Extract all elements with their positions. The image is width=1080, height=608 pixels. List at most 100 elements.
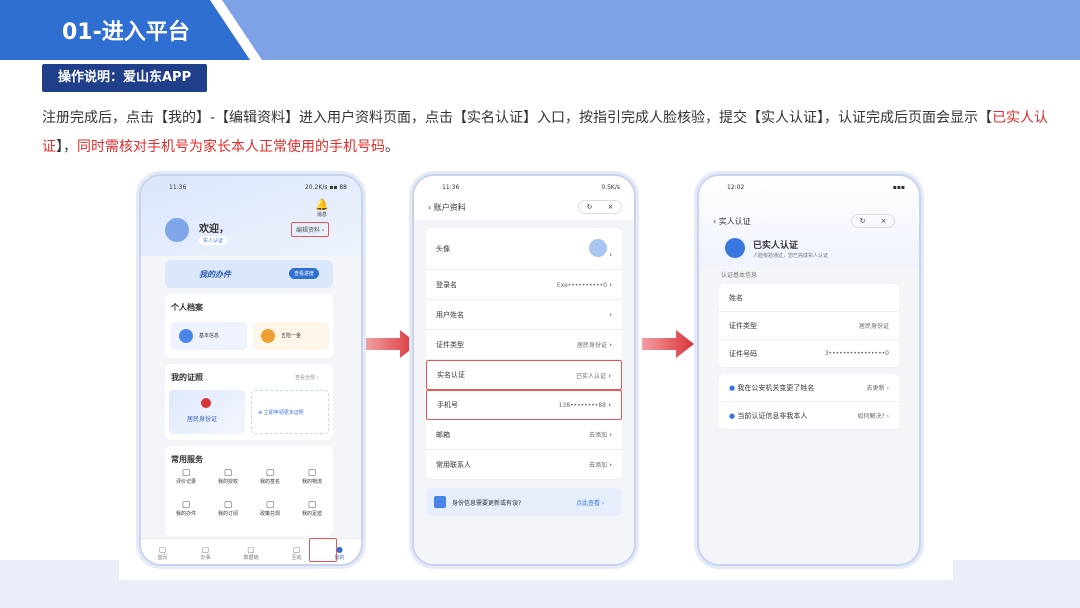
apply-more-tile[interactable]: ⊕ 立即申领更多证照 xyxy=(251,390,329,434)
service-item[interactable]: ▢ 我的授权 xyxy=(207,468,249,485)
phone-verification: 12:02 ▪▪▪ ‹ 实人认证 ↻ × 已实人认证 人脸核验通过，您已完成实人认… xyxy=(697,174,921,566)
avatar xyxy=(588,238,607,257)
basic-info-tile[interactable]: 基本信息 xyxy=(171,322,247,350)
basic-info-icon xyxy=(179,329,193,343)
view-all-link[interactable]: 查看全部 › xyxy=(295,374,319,381)
service-label: 我的授权 xyxy=(217,479,238,485)
tab-item[interactable]: ▢ 办事 xyxy=(200,545,210,561)
profile-row[interactable]: 证件类型 居民身份证 › xyxy=(426,330,622,360)
row-value: 3••••••••••••••••0 xyxy=(824,350,889,357)
back-button[interactable]: ‹ 账户资料 xyxy=(428,202,466,213)
notice-link-label: 去更新 xyxy=(866,385,885,392)
basic-info-label: 基本信息 xyxy=(199,333,220,339)
bell-label: 消息 xyxy=(316,212,327,218)
refresh-icon[interactable]: ↻ xyxy=(587,203,593,211)
row-label: 实名认证 xyxy=(437,371,465,379)
row-value: 去添加 xyxy=(588,432,607,439)
refresh-icon[interactable]: ↻ xyxy=(860,217,866,225)
capsule-buttons: ↻ × xyxy=(578,200,622,214)
profile-row[interactable]: 实名认证 已实人认证 › xyxy=(426,360,622,390)
emblem-icon xyxy=(201,398,211,408)
id-card-icon xyxy=(434,496,446,508)
back-button[interactable]: ‹ 实人认证 xyxy=(713,216,751,227)
notice-link[interactable]: 去更新 › xyxy=(867,383,889,392)
service-label: 我的办件 xyxy=(175,511,196,517)
desc-highlight2: 同时需核对手机号为家长本人正常使用的手机号码 xyxy=(77,139,385,155)
verified-shield-icon xyxy=(725,238,745,258)
row-right: › xyxy=(588,238,612,259)
tab-label: 数据链 xyxy=(243,554,259,561)
status-right: 20.2K/s ▪▪ 88 xyxy=(304,183,347,191)
service-item[interactable]: ▢ 我的签名 xyxy=(249,468,291,485)
tab-icon: ▢ xyxy=(292,544,301,554)
profile-row[interactable]: 常用联系人 去添加 › xyxy=(426,450,622,480)
tab-label: 互动 xyxy=(291,554,302,561)
avatar[interactable] xyxy=(165,218,189,242)
service-item[interactable]: ▢ 我的订阅 xyxy=(207,500,249,517)
row-right: 居民身份证 › xyxy=(576,341,612,349)
bell-button[interactable]: 🔔 消息 xyxy=(315,198,329,218)
close-icon[interactable]: × xyxy=(881,217,887,225)
service-item[interactable]: ▢ 评价记录 xyxy=(165,468,207,485)
row-value: 居民身份证 xyxy=(858,323,889,330)
row-right: 138••••••••88 › xyxy=(558,401,611,409)
notice-text: 我在公安机关变更了姓名 xyxy=(737,383,815,392)
welcome-text: 欢迎， xyxy=(199,224,229,235)
service-icon: ▢ xyxy=(181,500,191,510)
row-label: 登录名 xyxy=(436,280,457,289)
info-icon: ● xyxy=(729,383,736,392)
row-label: 证件号码 xyxy=(729,349,757,358)
service-label: 我的物流 xyxy=(301,479,322,485)
service-icon: ▢ xyxy=(265,500,275,510)
close-icon[interactable]: × xyxy=(608,203,614,211)
row-value: 居民身份证 xyxy=(576,342,607,349)
service-label: 我的足迹 xyxy=(301,511,322,517)
notice-link-label: 如何解决? xyxy=(857,413,885,420)
notice-link[interactable]: 如何解决? › xyxy=(858,411,890,420)
profile-row[interactable]: 邮箱 去添加 › xyxy=(426,420,622,450)
bell-icon: 🔔 xyxy=(315,198,329,211)
my-tasks-card[interactable]: 我的办件 查看进度 xyxy=(165,260,333,288)
profile-row[interactable]: 用户姓名 › xyxy=(426,300,622,330)
common-services-title: 常用服务 xyxy=(171,455,203,464)
tab-item[interactable]: ▢ 数据链 xyxy=(243,545,258,561)
five-in-one-tile[interactable]: 五险一金 xyxy=(253,322,329,350)
tab-item[interactable]: ▢ 互动 xyxy=(291,545,301,561)
nav-title: 账户资料 xyxy=(433,203,466,212)
notice-row[interactable]: ● 当前认证信息非我本人 如何解决? › xyxy=(719,402,899,430)
view-progress-button[interactable]: 查看进度 xyxy=(289,268,320,279)
edit-profile-link[interactable]: 编辑资料 › xyxy=(291,222,330,237)
service-item[interactable]: ▢ 我的足迹 xyxy=(291,500,333,517)
service-item[interactable]: ▢ 我的办件 xyxy=(165,500,207,517)
profile-row[interactable]: 手机号 138••••••••88 › xyxy=(426,390,622,420)
status-time: 11:36 xyxy=(169,183,187,191)
update-banner[interactable]: 身份信息需要更新或有误? 点此查看 › xyxy=(426,488,622,516)
row-right: 已实人认证 › xyxy=(575,371,611,380)
id-card-tile[interactable]: 居民身份证 xyxy=(169,390,245,434)
status-bar: 11:36 0.5K/s xyxy=(414,176,634,198)
banner-link[interactable]: 点此查看 › xyxy=(576,498,604,507)
status-speed: 0.5K/s xyxy=(601,183,620,191)
services-grid: ▢ 评价记录 ▢ 我的授权 ▢ 我的签名 ▢ 我的物流 ▢ 我的办件 ▢ 我的订阅 ▢ 政策兑现 ▢ 我的足迹 xyxy=(165,468,333,534)
profile-row[interactable]: 登录名 Exe••••••••••0 › xyxy=(426,270,622,300)
service-icon: ▢ xyxy=(307,468,317,478)
tab-label: 首页 xyxy=(157,554,168,561)
service-item[interactable]: ▢ 我的物流 xyxy=(291,468,333,485)
row-label: 头像 xyxy=(436,244,450,253)
profile-row[interactable]: 头像 › xyxy=(426,228,622,270)
id-card-label: 居民身份证 xyxy=(187,416,218,423)
service-item[interactable]: ▢ 政策兑现 xyxy=(249,500,291,517)
row-label: 姓名 xyxy=(729,293,743,302)
capsule-buttons: ↻ × xyxy=(851,214,895,228)
desc-part3: 。 xyxy=(385,139,399,155)
verification-row: 证件类型 居民身份证 xyxy=(719,312,899,340)
service-icon: ▢ xyxy=(265,468,275,478)
status-battery: 88 xyxy=(339,183,347,191)
five-in-one-label: 五险一金 xyxy=(281,333,302,339)
row-value: Exe••••••••••0 xyxy=(556,281,607,289)
notice-row[interactable]: ● 我在公安机关变更了姓名 去更新 › xyxy=(719,374,899,402)
row-label: 常用联系人 xyxy=(436,460,471,469)
tab-item[interactable]: ▢ 首页 xyxy=(157,545,167,561)
common-services-card: 常用服务 ▢ 评价记录 ▢ 我的授权 ▢ 我的签名 ▢ 我的物流 ▢ 我的办件 ▢ 我的订阅 ▢ 政策兑现… xyxy=(165,446,333,536)
apply-more-label: 立即申领更多证照 xyxy=(263,410,304,416)
